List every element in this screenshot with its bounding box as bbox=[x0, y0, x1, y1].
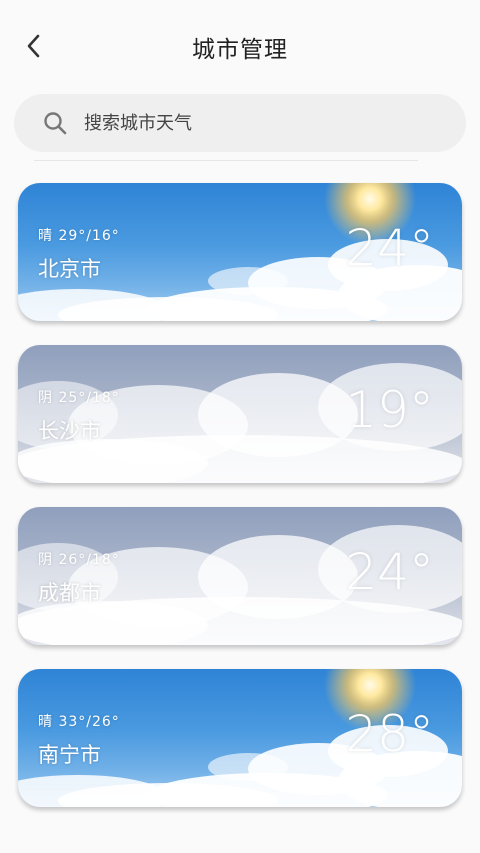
city-card-chengdu[interactable]: 阴 26°/18° 成都市 24° bbox=[18, 507, 462, 645]
city-name: 北京市 bbox=[38, 257, 101, 281]
city-card-beijing[interactable]: 晴 29°/16° 北京市 24° bbox=[18, 183, 462, 321]
city-name: 南宁市 bbox=[38, 743, 101, 767]
current-temp: 24° bbox=[345, 543, 434, 601]
city-name: 长沙市 bbox=[38, 419, 101, 443]
temp-range: 阴 25°/18° bbox=[38, 390, 120, 406]
search-bar[interactable] bbox=[14, 94, 466, 152]
temp-range: 晴 29°/16° bbox=[38, 228, 120, 244]
header-bar: 城市管理 bbox=[0, 0, 480, 92]
temp-range: 阴 26°/18° bbox=[38, 552, 120, 568]
city-card-changsha[interactable]: 阴 25°/18° 长沙市 19° bbox=[18, 345, 462, 483]
temp-range: 晴 33°/26° bbox=[38, 714, 120, 730]
current-temp: 19° bbox=[345, 381, 434, 439]
search-input[interactable] bbox=[84, 112, 424, 134]
current-temp: 24° bbox=[345, 219, 434, 277]
current-temp: 28° bbox=[345, 705, 434, 763]
search-icon bbox=[44, 112, 67, 135]
city-name: 成都市 bbox=[38, 581, 101, 605]
divider bbox=[34, 160, 418, 161]
city-card-nanning[interactable]: 晴 33°/26° 南宁市 28° bbox=[18, 669, 462, 807]
page-title: 城市管理 bbox=[192, 37, 288, 63]
